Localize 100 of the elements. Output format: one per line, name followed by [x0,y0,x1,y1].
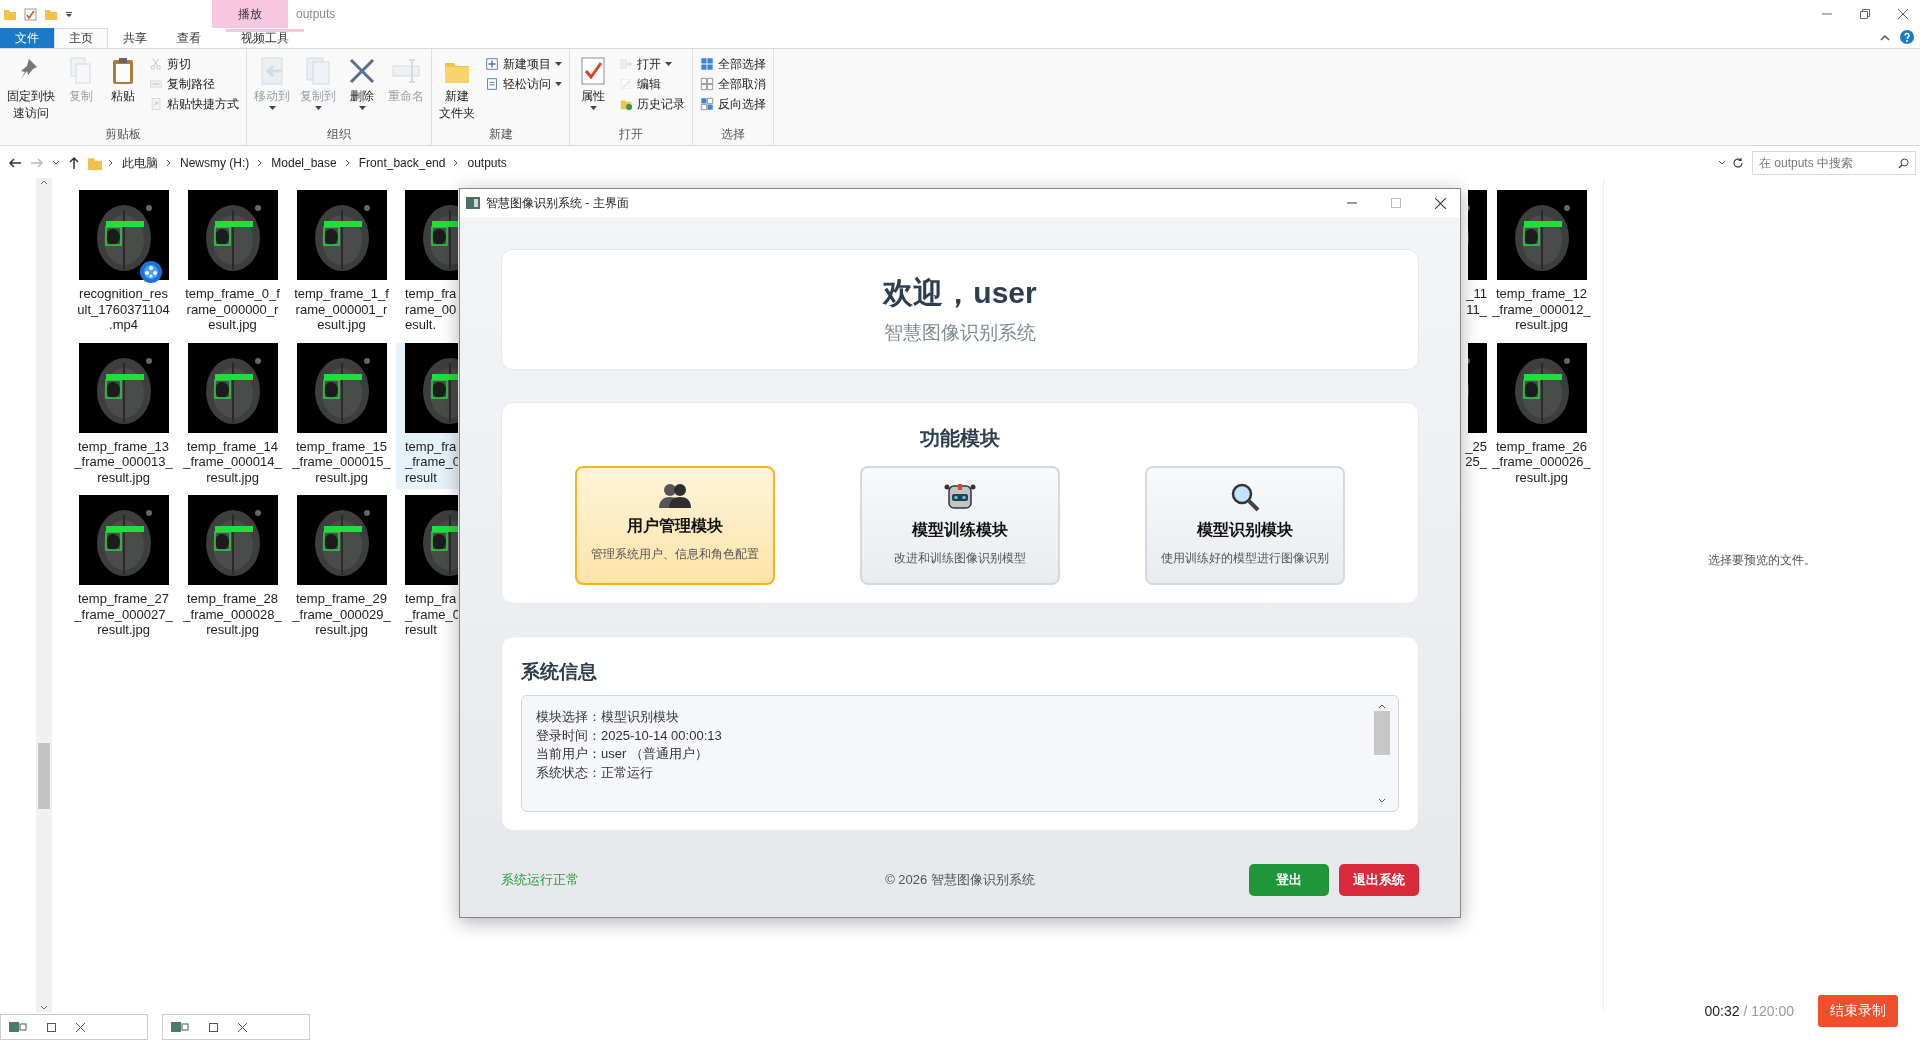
search-field[interactable]: 在 outputs 中搜索 [1752,151,1916,175]
up-arrow-icon[interactable] [68,156,80,170]
collapse-caret-icon[interactable] [1880,33,1890,41]
users-icon [659,482,691,508]
chevron-icon[interactable] [453,159,460,167]
ribbon-button[interactable]: 属性 [574,53,612,127]
ribbon-button[interactable]: 全部选择 [697,55,769,73]
file-item[interactable]: temp_frame_1_f rame_000001_r esult.jpg [287,190,396,337]
group-label: 组织 [326,127,352,142]
video-badge-icon [139,260,163,284]
file-item[interactable]: temp_frame_13 _frame_000013_ result.jpg [69,342,178,489]
file-item[interactable]: temp_frame_14 _frame_000014_ result.jpg [178,342,287,489]
search-icon [1898,157,1909,169]
close-icon[interactable] [1898,9,1908,19]
ribbon-button[interactable]: 反向选择 [697,95,769,113]
caret-icon[interactable] [52,160,60,166]
ribbon-button[interactable]: 全部取消 [697,75,769,93]
preview-hint: 选择要预览的文件。 [1708,551,1816,569]
app-icon [466,197,480,209]
ribbon-tab[interactable]: 共享 [108,28,162,48]
file-item[interactable]: temp_frame_28 _frame_000028_ result.jpg [178,495,287,642]
file-item[interactable]: temp_frame_27 _frame_000027_ result.jpg [69,495,178,642]
file-item[interactable]: temp_frame_15 _frame_000015_ result.jpg [287,342,396,489]
folder-icon [4,8,16,20]
help-icon[interactable] [1900,30,1914,44]
pencil-icon [619,77,633,91]
chevron-icon[interactable] [166,159,172,167]
file-item[interactable]: recognition_res ult_1760371104 .mp4 [69,190,178,337]
chevron-icon[interactable] [344,159,351,167]
log-text: 模块选择：模型识别模块 登录时间：2025-10-14 00:00:13 当前用户：user （普通用户） 系统状态：正常运行 [535,708,723,782]
chevron-icon[interactable] [108,159,114,167]
caret-icon[interactable] [1718,160,1726,166]
restore-icon[interactable] [1860,9,1870,19]
chevron-icon[interactable] [257,159,264,167]
scroll-down-icon[interactable] [40,1005,48,1010]
scissors-icon [149,57,163,71]
scroll-up-icon[interactable] [1378,704,1386,709]
scrollbar[interactable] [1374,704,1390,803]
minimized-window[interactable] [0,1014,148,1040]
logout-button[interactable]: 登出 [1249,864,1329,896]
ribbon-tab[interactable]: 查看 [162,28,216,48]
maximize-icon [1391,198,1401,208]
maximize-icon[interactable] [47,1022,56,1032]
ribbon-button[interactable]: 新建 文件夹 [436,53,478,127]
scroll-down-icon[interactable] [1378,798,1386,803]
back-arrow-icon[interactable] [8,157,22,169]
caret-icon [268,106,276,111]
breadcrumb[interactable]: Model_base [269,156,339,170]
module-tile[interactable]: 模型训练模块 改进和训练图像识别模型 [860,466,1060,585]
module-tile[interactable]: 模型识别模块 使用训练好的模型进行图像识别 [1145,466,1345,585]
group-label: 新建 [487,127,514,142]
group-label: 剪贴板 [104,127,142,142]
ribbon-button[interactable]: 历史记录 [616,95,688,113]
file-item[interactable]: _25 25_ [1461,342,1487,489]
caret-icon [314,106,322,111]
ribbon-button[interactable]: 轻松访问 [482,75,565,93]
ribbon-button[interactable]: 删除 [343,53,381,127]
file-item[interactable]: temp_frame_0_f rame_000000_r esult.jpg [178,190,287,337]
module-tile[interactable]: 用户管理模块 管理系统用户、信息和角色配置 [575,466,775,585]
stop-recording-button[interactable]: 结束录制 [1818,995,1898,1027]
context-tab-header: 播放 [212,0,288,28]
exit-button[interactable]: 退出系统 [1339,864,1419,896]
file-item[interactable]: temp_frame_29 _frame_000029_ result.jpg [287,495,396,642]
breadcrumb[interactable]: Newsmy (H:) [178,156,252,170]
group-label: 打开 [618,127,644,142]
caret-icon [589,106,597,111]
ribbon-tab[interactable]: 文件 [0,28,54,48]
section-heading: 功能模块 [920,426,1000,451]
scrollbar-thumb[interactable] [38,743,50,809]
file-item[interactable]: temp_frame_26 _frame_000026_ result.jpg [1487,342,1596,489]
scrollbar[interactable] [36,178,52,1012]
magnifier-icon [1230,482,1260,512]
folder-icon [88,156,102,170]
close-icon[interactable] [1435,197,1446,209]
system-subtitle: 智慧图像识别系统 [884,321,1036,345]
ribbon-button[interactable]: 新建项目 [482,55,565,73]
breadcrumb[interactable]: Front_back_end [356,156,448,170]
file-item[interactable]: temp_frame_12 _frame_000012_ result.jpg [1487,190,1596,337]
caret-icon [555,81,562,87]
checkmark-icon[interactable] [24,7,37,21]
caret-icon [358,106,366,111]
scroll-up-icon[interactable] [40,180,48,185]
refresh-icon[interactable] [1732,157,1744,169]
scrollbar-thumb[interactable] [1374,711,1390,755]
window-title: outputs [295,7,337,21]
robot-icon [944,482,976,512]
grid-icon [700,97,714,111]
close-icon[interactable] [76,1022,85,1032]
close-icon[interactable] [238,1022,247,1032]
maximize-icon[interactable] [209,1022,218,1032]
minimized-window[interactable] [162,1014,310,1040]
plus-icon [485,57,499,71]
ribbon-tab[interactable]: 主页 [54,28,108,48]
file-item[interactable]: _11 11_ [1461,190,1487,337]
breadcrumb[interactable]: 此电脑 [120,154,160,172]
grid-icon [700,57,714,71]
ribbon-button[interactable]: 粘贴 [104,53,142,127]
breadcrumb[interactable]: outputs [465,156,509,170]
caret-icon[interactable] [65,10,73,18]
ribbon-button[interactable]: 固定到快 速访问 [4,53,58,127]
